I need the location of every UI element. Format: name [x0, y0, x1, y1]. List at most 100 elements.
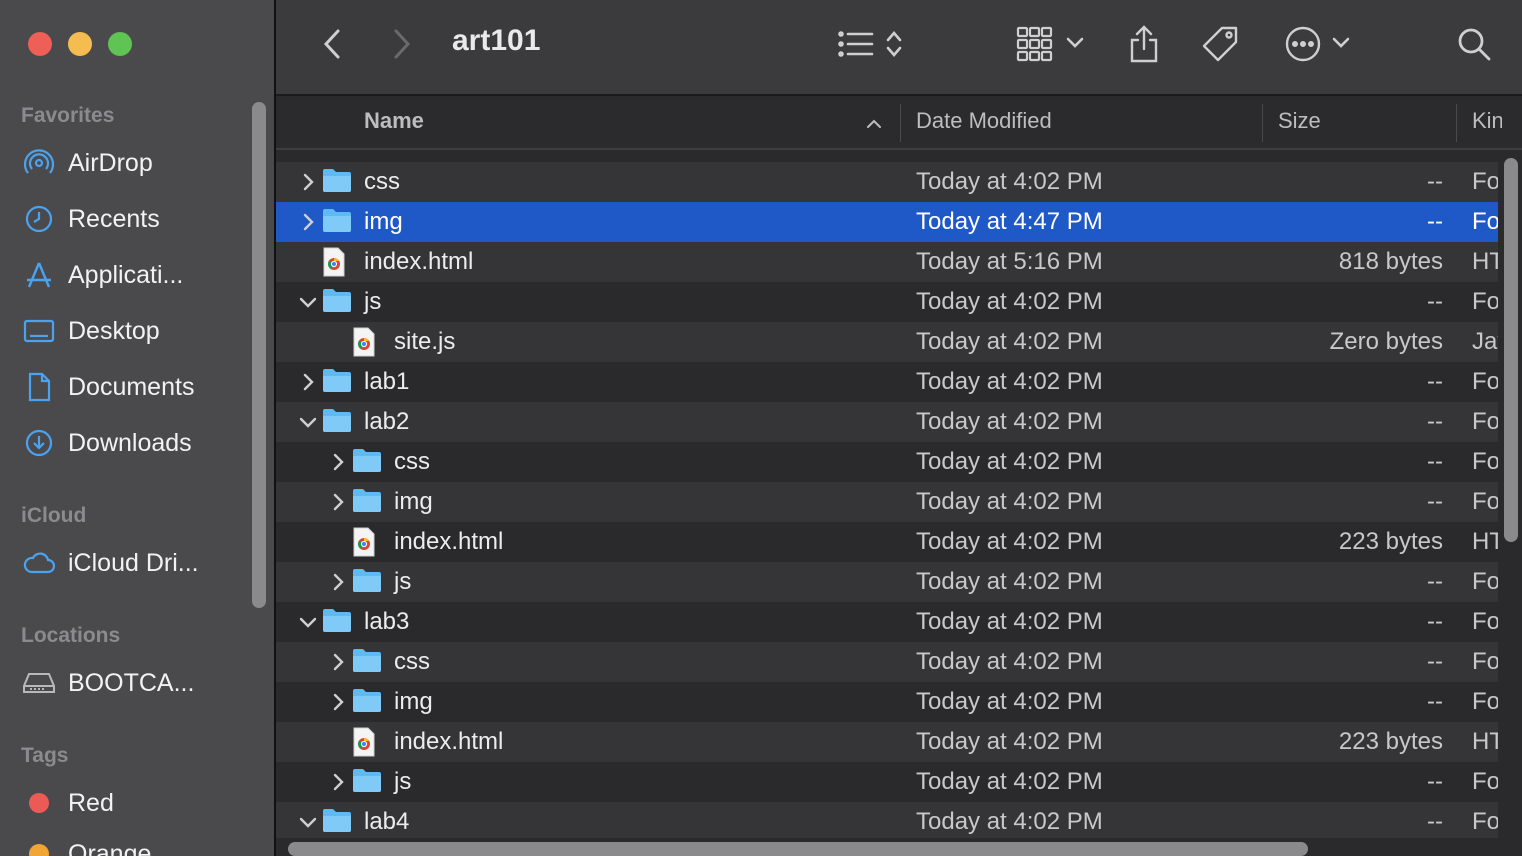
file-row[interactable]: lab2 Today at 4:02 PM -- Folder — [276, 402, 1498, 442]
up-down-chevron-icon[interactable] — [880, 26, 908, 62]
disclosure-chevron-down-icon[interactable] — [298, 612, 318, 632]
sidebar-item-downloads[interactable]: Downloads — [22, 423, 252, 463]
column-header-name[interactable]: Name — [364, 108, 424, 134]
window-title: art101 — [452, 24, 541, 57]
window-controls — [28, 32, 132, 56]
file-kind: Folder — [1472, 408, 1498, 435]
disclosure-chevron-right-icon[interactable] — [328, 772, 348, 792]
disclosure-chevron-right-icon[interactable] — [328, 572, 348, 592]
file-row[interactable]: lab4 Today at 4:02 PM -- Folder — [276, 802, 1498, 838]
file-row[interactable]: css Today at 4:02 PM -- Folder — [276, 162, 1498, 202]
disclosure-chevron-down-icon[interactable] — [298, 412, 318, 432]
file-date: Today at 4:02 PM — [916, 288, 1103, 315]
file-name: js — [394, 768, 412, 795]
file-name: img — [394, 488, 433, 515]
chevron-down-icon[interactable] — [1064, 32, 1086, 54]
applications-icon — [22, 258, 56, 292]
sidebar-item-recents[interactable]: Recents — [22, 199, 252, 239]
column-divider[interactable] — [1456, 104, 1457, 142]
file-date: Today at 4:02 PM — [916, 608, 1103, 635]
file-size: -- — [1427, 808, 1443, 835]
column-divider[interactable] — [1262, 104, 1263, 142]
minimize-window-button[interactable] — [68, 32, 92, 56]
file-date: Today at 5:16 PM — [916, 248, 1103, 275]
disclosure-chevron-right-icon[interactable] — [328, 692, 348, 712]
file-row[interactable]: js Today at 4:02 PM -- Folder — [276, 562, 1498, 602]
file-kind: Folder — [1472, 288, 1498, 315]
chevron-left-icon[interactable] — [316, 26, 348, 62]
file-name: lab3 — [364, 608, 410, 635]
sidebar-item-tag-orange[interactable]: Orange — [22, 834, 252, 856]
horizontal-scrollbar[interactable] — [288, 842, 1308, 856]
orange-tag-dot-icon — [22, 837, 56, 856]
file-row[interactable]: index.html Today at 4:02 PM 223 bytes HTML — [276, 722, 1498, 762]
sidebar-item-documents[interactable]: Documents — [22, 367, 252, 407]
tag-icon[interactable] — [1198, 22, 1242, 66]
search-icon[interactable] — [1454, 24, 1494, 64]
folder-icon — [352, 767, 382, 797]
file-date: Today at 4:02 PM — [916, 568, 1103, 595]
chevron-right-icon[interactable] — [386, 26, 418, 62]
ellipsis-circle-icon[interactable] — [1282, 24, 1324, 64]
file-date: Today at 4:02 PM — [916, 728, 1103, 755]
disclosure-chevron-down-icon[interactable] — [298, 292, 318, 312]
file-size: -- — [1427, 648, 1443, 675]
zoom-window-button[interactable] — [108, 32, 132, 56]
file-date: Today at 4:02 PM — [916, 768, 1103, 795]
file-row[interactable]: img Today at 4:47 PM -- Folder — [276, 202, 1498, 242]
disclosure-chevron-right-icon[interactable] — [328, 652, 348, 672]
clock-icon — [22, 202, 56, 236]
disclosure-chevron-right-icon[interactable] — [298, 172, 318, 192]
close-window-button[interactable] — [28, 32, 52, 56]
file-size: -- — [1427, 408, 1443, 435]
file-size: 223 bytes — [1338, 728, 1443, 755]
chevron-down-icon[interactable] — [1330, 32, 1352, 54]
column-header-date[interactable]: Date Modified — [916, 108, 1052, 134]
sidebar-item-bootcamp[interactable]: BOOTCA... — [22, 663, 252, 703]
disclosure-chevron-down-icon[interactable] — [298, 812, 318, 832]
column-header-size[interactable]: Size — [1278, 108, 1321, 134]
toolbar: art101 — [276, 0, 1522, 96]
disclosure-chevron-right-icon[interactable] — [298, 372, 318, 392]
file-size: -- — [1427, 688, 1443, 715]
sidebar-scrollbar[interactable] — [252, 102, 266, 608]
sidebar-item-icloud-drive[interactable]: iCloud Dri... — [22, 543, 252, 583]
vertical-scrollbar[interactable] — [1504, 158, 1518, 542]
file-row[interactable]: js Today at 4:02 PM -- Folder — [276, 282, 1498, 322]
file-kind: Folder — [1472, 208, 1498, 235]
file-row[interactable]: site.js Today at 4:02 PM Zero bytes JavaScr… — [276, 322, 1498, 362]
disclosure-chevron-right-icon[interactable] — [328, 452, 348, 472]
list-icon[interactable] — [834, 26, 878, 62]
sidebar-item-airdrop[interactable]: AirDrop — [22, 143, 252, 183]
sidebar-item-desktop[interactable]: Desktop — [22, 311, 252, 351]
folder-icon — [322, 207, 352, 237]
disclosure-chevron-right-icon[interactable] — [298, 212, 318, 232]
file-kind: Folder — [1472, 808, 1498, 835]
file-row[interactable]: index.html Today at 5:16 PM 818 bytes HTML — [276, 242, 1498, 282]
folder-icon — [322, 807, 352, 837]
file-row[interactable]: lab3 Today at 4:02 PM -- Folder — [276, 602, 1498, 642]
sidebar-item-label: Orange — [68, 839, 152, 856]
file-size: 818 bytes — [1338, 248, 1443, 275]
sort-ascending-icon[interactable] — [864, 114, 884, 134]
column-divider[interactable] — [900, 104, 901, 142]
sidebar-item-applications[interactable]: Applicati... — [22, 255, 252, 295]
file-kind: HTML — [1472, 528, 1498, 555]
file-row[interactable]: img Today at 4:02 PM -- Folder — [276, 482, 1498, 522]
sidebar-item-tag-red[interactable]: Red — [22, 783, 252, 823]
file-kind: HTML — [1472, 248, 1498, 275]
share-icon[interactable] — [1124, 22, 1164, 66]
file-name: site.js — [394, 328, 456, 355]
file-row[interactable]: index.html Today at 4:02 PM 223 bytes HTML — [276, 522, 1498, 562]
grid-icon[interactable] — [1014, 24, 1056, 64]
column-header-kind[interactable]: Kind — [1472, 108, 1502, 134]
file-name: lab2 — [364, 408, 410, 435]
file-row[interactable]: css Today at 4:02 PM -- Folder — [276, 642, 1498, 682]
file-date: Today at 4:02 PM — [916, 528, 1103, 555]
file-row[interactable]: img Today at 4:02 PM -- Folder — [276, 682, 1498, 722]
disclosure-chevron-right-icon[interactable] — [328, 492, 348, 512]
sidebar-item-label: Documents — [68, 372, 195, 401]
file-row[interactable]: js Today at 4:02 PM -- Folder — [276, 762, 1498, 802]
file-row[interactable]: css Today at 4:02 PM -- Folder — [276, 442, 1498, 482]
file-row[interactable]: lab1 Today at 4:02 PM -- Folder — [276, 362, 1498, 402]
